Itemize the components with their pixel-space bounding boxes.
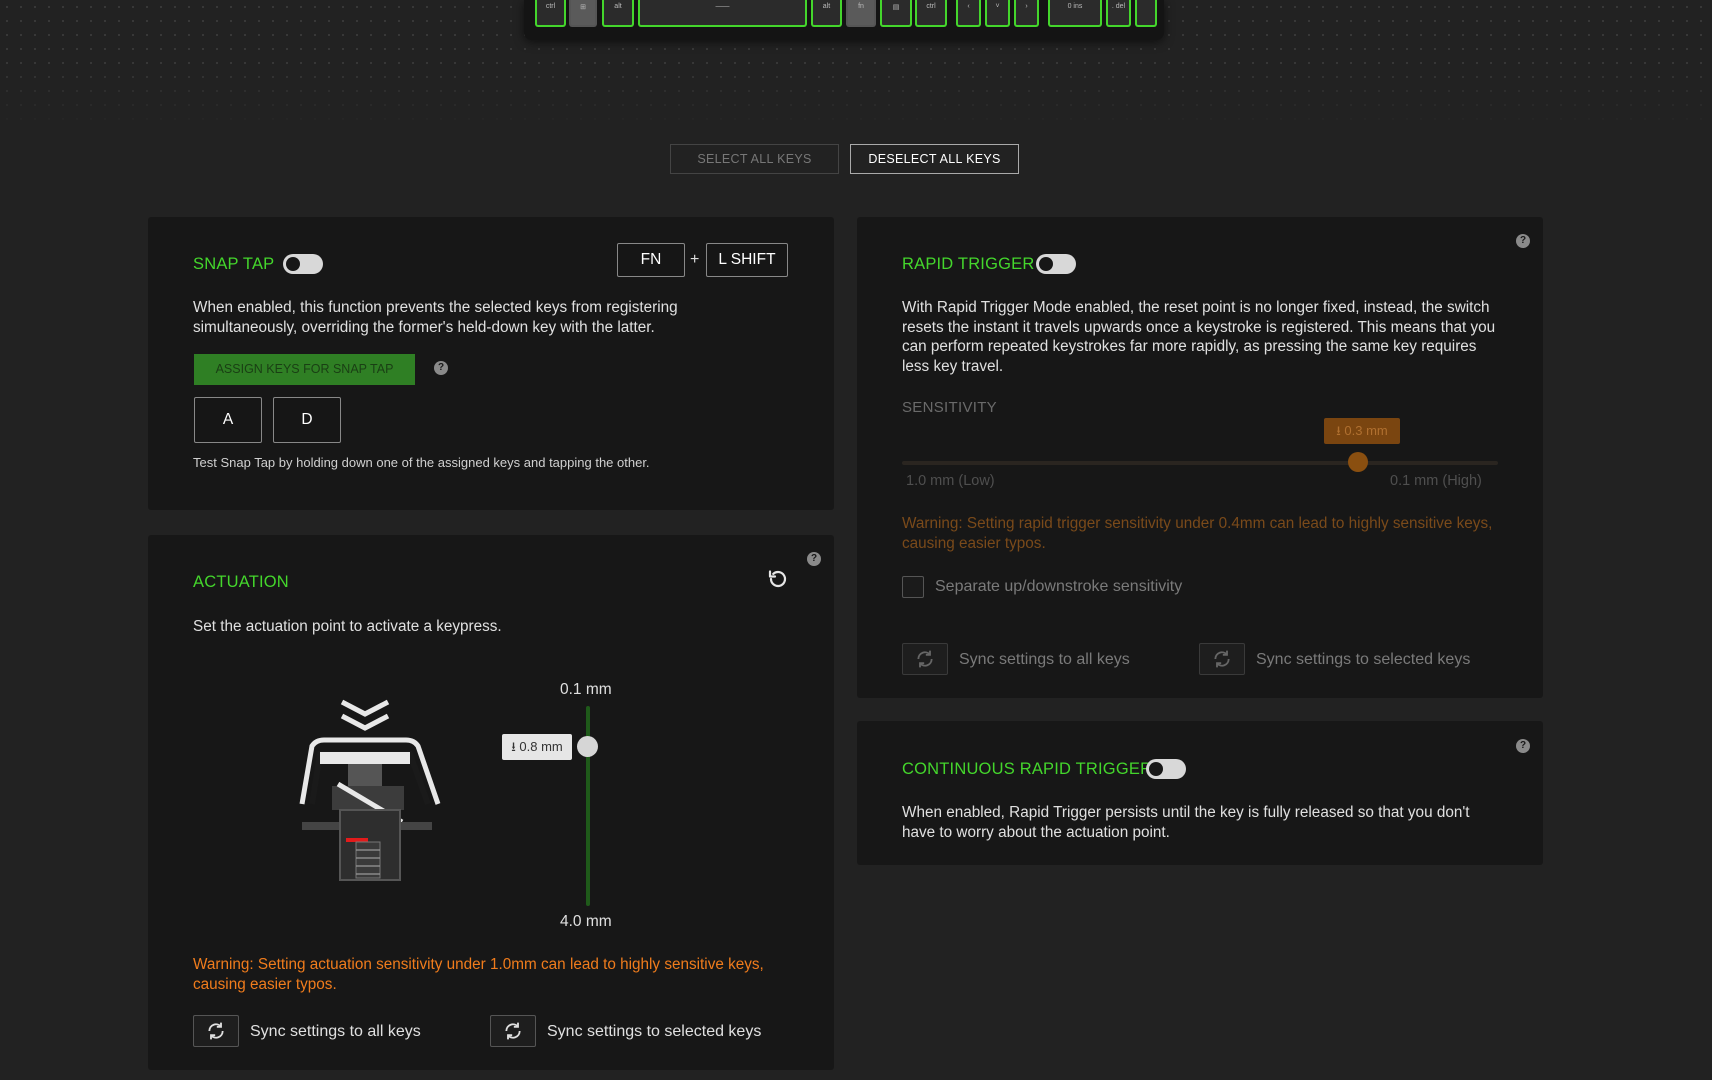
sync-icon xyxy=(505,1022,521,1040)
continuous-rapid-trigger-title: CONTINUOUS RAPID TRIGGER xyxy=(902,760,1153,778)
rapid-trigger-title: RAPID TRIGGER xyxy=(902,255,1035,273)
keyboard-preview: ctrl ⊞ alt —— alt fn ▤ ctrl ‹ ˅ › 0 ins … xyxy=(524,0,1164,40)
sensitivity-max-label: 0.1 mm (High) xyxy=(1390,473,1482,489)
key-fn[interactable]: fn xyxy=(846,0,876,27)
sensitivity-slider-track[interactable] xyxy=(902,461,1498,465)
sensitivity-slider-thumb[interactable] xyxy=(1348,452,1368,472)
key-arrow-right[interactable]: › xyxy=(1014,0,1039,27)
continuous-rapid-trigger-description: When enabled, Rapid Trigger persists unt… xyxy=(902,804,1470,841)
continuous-rapid-trigger-help-icon[interactable]: ? xyxy=(1516,739,1530,753)
key-numpad-enter[interactable] xyxy=(1135,0,1157,27)
key-space[interactable]: —— xyxy=(638,0,807,27)
rapid-trigger-description: With Rapid Trigger Mode enabled, the res… xyxy=(902,299,1496,375)
actuation-value-label: 0.8 mm xyxy=(519,739,563,754)
background-fade xyxy=(0,60,1712,130)
snap-tap-key-a[interactable]: A xyxy=(194,397,262,443)
key-alt-right[interactable]: alt xyxy=(811,0,842,27)
key-numpad-del[interactable]: . del xyxy=(1106,0,1131,27)
reset-icon[interactable] xyxy=(766,567,790,591)
key-menu[interactable]: ▤ xyxy=(880,0,912,27)
actuation-sync-selected-label[interactable]: Sync settings to selected keys xyxy=(547,1023,761,1041)
key-arrow-down[interactable]: ˅ xyxy=(985,0,1010,27)
actuation-top-label: 0.1 mm xyxy=(560,681,612,698)
actuation-slider-thumb[interactable] xyxy=(577,736,598,757)
key-arrow-left[interactable]: ‹ xyxy=(956,0,981,27)
snap-tap-help-icon[interactable]: ? xyxy=(434,361,448,375)
sensitivity-value-label: 0.3 mm xyxy=(1344,423,1388,438)
actuation-bottom-label: 4.0 mm xyxy=(560,913,612,930)
snap-tap-test-hint: Test Snap Tap by holding down one of the… xyxy=(193,455,650,470)
actuation-sync-all-label[interactable]: Sync settings to all keys xyxy=(250,1023,421,1041)
sensitivity-label: SENSITIVITY xyxy=(902,399,997,416)
sync-icon xyxy=(208,1022,224,1040)
arrow-down-icon: ⭳ xyxy=(511,739,516,754)
shortcut-plus: + xyxy=(690,251,700,268)
key-numpad-0[interactable]: 0 ins xyxy=(1048,0,1102,27)
separate-sensitivity-checkbox[interactable] xyxy=(902,576,924,598)
arrow-down-icon: ⭳ xyxy=(1336,423,1341,438)
rapid-trigger-help-icon[interactable]: ? xyxy=(1516,234,1530,248)
key-win[interactable]: ⊞ xyxy=(569,0,597,27)
rapid-trigger-sync-selected-button[interactable] xyxy=(1199,643,1245,675)
sensitivity-min-label: 1.0 mm (Low) xyxy=(906,473,995,489)
key-ctrl[interactable]: ctrl xyxy=(535,0,566,27)
assign-keys-snap-tap-button[interactable]: ASSIGN KEYS FOR SNAP TAP xyxy=(194,354,415,385)
rapid-trigger-sync-selected-label[interactable]: Sync settings to selected keys xyxy=(1256,651,1470,669)
actuation-sync-selected-button[interactable] xyxy=(490,1015,536,1047)
shortcut-fn-key: FN xyxy=(617,243,685,277)
continuous-rapid-trigger-panel xyxy=(857,721,1543,865)
snap-tap-toggle[interactable] xyxy=(283,254,323,274)
actuation-help-icon[interactable]: ? xyxy=(807,552,821,566)
continuous-rapid-trigger-toggle[interactable] xyxy=(1146,759,1186,779)
actuation-title: ACTUATION xyxy=(193,573,289,591)
shortcut-lshift-key: L SHIFT xyxy=(706,243,788,277)
sensitivity-value-tooltip: ⭳ 0.3 mm xyxy=(1324,418,1400,444)
actuation-warning: Warning: Setting actuation sensitivity u… xyxy=(193,956,764,993)
actuation-description: Set the actuation point to activate a ke… xyxy=(193,618,502,635)
select-all-keys-button[interactable]: SELECT ALL KEYS xyxy=(670,144,839,174)
actuation-value-tooltip: ⭳ 0.8 mm xyxy=(502,734,572,760)
sync-icon xyxy=(917,650,933,668)
rapid-trigger-sync-all-button[interactable] xyxy=(902,643,948,675)
key-ctrl-right[interactable]: ctrl xyxy=(915,0,947,27)
sync-icon xyxy=(1214,650,1230,668)
snap-tap-description: When enabled, this function prevents the… xyxy=(193,299,678,336)
snap-tap-title: SNAP TAP xyxy=(193,255,275,273)
actuation-sync-all-button[interactable] xyxy=(193,1015,239,1047)
snap-tap-key-d[interactable]: D xyxy=(273,397,341,443)
rapid-trigger-panel xyxy=(857,217,1543,698)
rapid-trigger-sync-all-label[interactable]: Sync settings to all keys xyxy=(959,651,1130,669)
rapid-trigger-warning: Warning: Setting rapid trigger sensitivi… xyxy=(902,515,1493,552)
key-alt-left[interactable]: alt xyxy=(602,0,634,27)
separate-sensitivity-label: Separate up/downstroke sensitivity xyxy=(935,578,1183,595)
switch-illustration xyxy=(290,694,450,894)
rapid-trigger-toggle[interactable] xyxy=(1036,254,1076,274)
deselect-all-keys-button[interactable]: DESELECT ALL KEYS xyxy=(850,144,1019,174)
